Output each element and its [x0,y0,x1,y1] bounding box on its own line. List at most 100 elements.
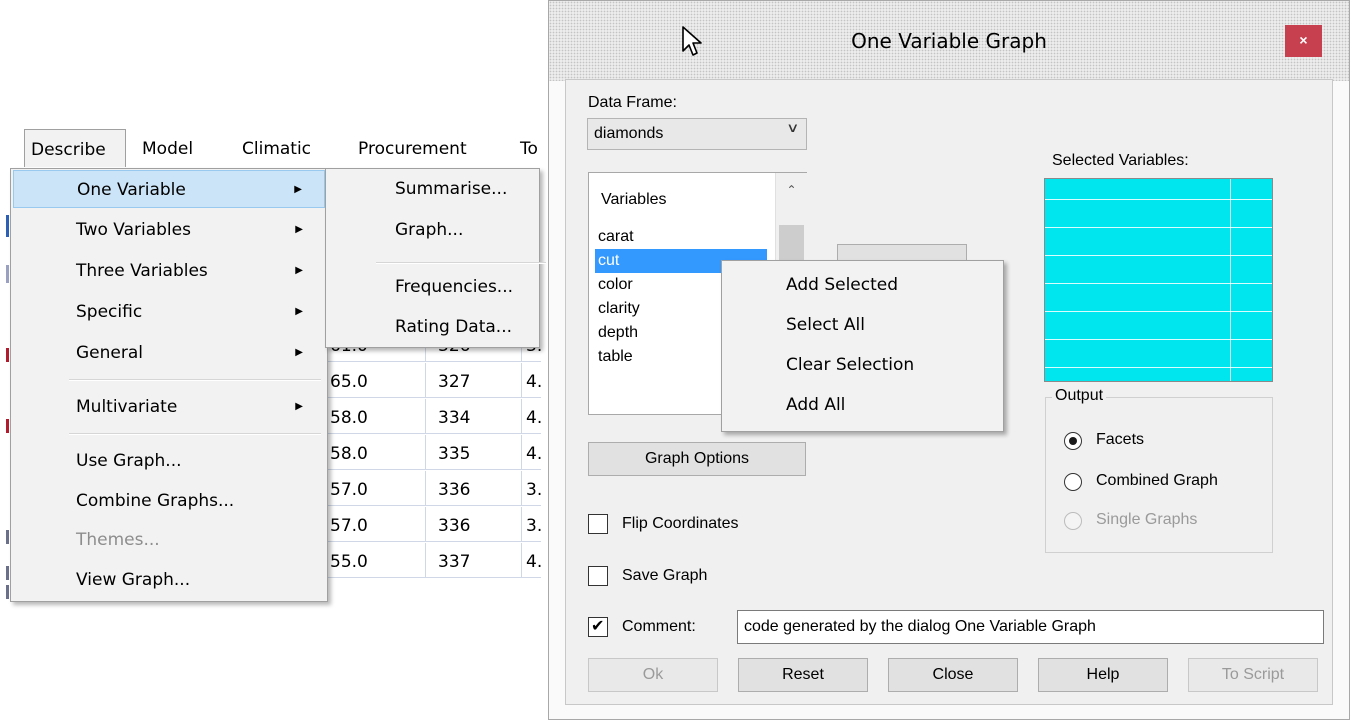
to-script-button: To Script [1188,658,1318,692]
table-row[interactable]: 58.0 334 4. [326,399,542,434]
variables-header: Variables [601,191,667,208]
table-row[interactable]: 55.0 337 4. [326,543,542,578]
context-item-add-all[interactable]: Add All [724,385,1001,425]
grid-cell[interactable]: 57.0 [326,507,426,542]
help-button[interactable]: Help [1038,658,1168,692]
menu-item-label: One Variable [77,180,186,200]
context-item-add-selected[interactable]: Add Selected [724,265,1001,305]
grid-cell[interactable]: 337 [426,543,522,578]
row-marker [6,348,9,362]
one-variable-submenu: Summarise... Graph... Frequencies... Rat… [325,168,546,348]
menu-bar: Describe Model Climatic Procurement To [10,129,540,169]
menu-item-specific[interactable]: Specific ▶ [13,293,325,331]
menu-item-three-variables[interactable]: Three Variables ▶ [13,252,325,290]
menu-item-themes: Themes... [76,530,160,550]
one-variable-graph-dialog: One Variable Graph × Data Frame: diamond… [548,0,1350,720]
comment-label: Comment: [622,618,696,635]
grid-cell[interactable]: 336 [426,471,522,506]
comment-checkbox[interactable] [588,616,608,637]
menu-item-label: Three Variables [76,261,208,281]
grid-cell[interactable]: 4. [522,363,542,398]
menu-item-two-variables[interactable]: Two Variables ▶ [13,211,325,249]
reset-button[interactable]: Reset [738,658,868,692]
selected-variables-list[interactable] [1044,178,1273,382]
grid-line [1045,367,1272,368]
grid-cell[interactable]: 57.0 [326,471,426,506]
grid-cell[interactable]: 4. [522,435,542,470]
grid-cell[interactable]: 55.0 [326,543,426,578]
grid-line [1230,179,1231,381]
row-marker [6,419,9,433]
grid-cell[interactable]: 4. [522,399,542,434]
grid-line [1045,283,1272,284]
menu-item-label: Specific [76,302,143,322]
graph-options-button[interactable]: Graph Options [588,442,806,476]
single-graphs-radio [1064,512,1082,530]
menu-separator [69,379,321,381]
table-row[interactable]: 58.0 335 4. [326,435,542,470]
grid-cell[interactable]: 336 [426,507,522,542]
grid-cell[interactable]: 58.0 [326,399,426,434]
grid-cell[interactable]: 335 [426,435,522,470]
flip-coordinates-label: Flip Coordinates [622,515,739,532]
grid-cell[interactable]: 58.0 [326,435,426,470]
menu-item-frequencies[interactable]: Frequencies... [328,268,540,306]
menu-item-use-graph[interactable]: Use Graph... [13,442,325,480]
context-item-clear-selection[interactable]: Clear Selection [724,345,1001,385]
row-marker [6,215,9,237]
menu-tools[interactable]: To [514,129,544,167]
menu-item-summarise[interactable]: Summarise... [328,170,540,208]
describe-menu: One Variable ▶ Two Variables ▶ Three Var… [10,168,328,602]
submenu-arrow-icon: ▶ [294,184,302,195]
mouse-cursor-icon [682,26,702,56]
combined-graph-label: Combined Graph [1096,472,1218,489]
flip-coordinates-checkbox[interactable] [588,514,608,534]
menu-item-rating-data[interactable]: Rating Data... [328,308,540,346]
chevron-down-icon: ∨ [786,121,800,136]
variables-context-menu: Add Selected Select All Clear Selection … [721,260,1004,432]
submenu-arrow-icon: ▶ [295,347,303,358]
selected-variables-label: Selected Variables: [1052,152,1189,169]
menu-item-multivariate[interactable]: Multivariate ▶ [13,388,325,426]
close-window-button[interactable]: × [1285,25,1322,57]
menu-item-graph[interactable]: Graph... [328,211,540,249]
submenu-arrow-icon: ▶ [295,224,303,235]
menu-model[interactable]: Model [136,129,199,167]
table-row[interactable]: 57.0 336 3. [326,471,542,506]
table-row[interactable]: 57.0 336 3. [326,507,542,542]
facets-label: Facets [1096,431,1145,448]
list-item[interactable]: carat [595,225,767,249]
grid-cell[interactable]: 65.0 [326,363,426,398]
facets-radio[interactable] [1064,432,1082,450]
menu-climatic[interactable]: Climatic [236,129,317,167]
grid-cell[interactable]: 4. [522,543,542,578]
data-grid: 61.0 326 3. 65.0 327 4. 58.0 334 4. 58.0… [326,327,542,605]
single-graphs-label: Single Graphs [1096,511,1198,528]
row-marker [6,530,9,544]
context-item-select-all[interactable]: Select All [724,305,1001,345]
submenu-arrow-icon: ▶ [295,306,303,317]
grid-cell[interactable]: 3. [522,471,542,506]
grid-line [1045,311,1272,312]
comment-input[interactable]: code generated by the dialog One Variabl… [737,610,1324,644]
table-row[interactable]: 65.0 327 4. [326,363,542,398]
close-button[interactable]: Close [888,658,1018,692]
menu-item-general[interactable]: General ▶ [13,334,325,372]
menu-item-combine-graphs[interactable]: Combine Graphs... [13,482,325,520]
output-label: Output [1052,387,1107,405]
grid-cell[interactable]: 3. [522,507,542,542]
menu-describe[interactable]: Describe [24,129,126,167]
grid-line [1045,199,1272,200]
menu-item-label: Two Variables [76,220,191,240]
output-group: Output Facets Combined Graph Single Grap… [1045,387,1273,553]
data-frame-dropdown[interactable]: diamonds ∨ [587,118,807,150]
menu-item-one-variable[interactable]: One Variable ▶ [13,170,325,208]
scroll-up-icon[interactable]: ⌃ [776,173,807,207]
row-marker [6,585,9,599]
menu-item-view-graph[interactable]: View Graph... [13,561,325,599]
save-graph-checkbox[interactable] [588,566,608,586]
menu-procurement[interactable]: Procurement [352,129,473,167]
grid-cell[interactable]: 327 [426,363,522,398]
grid-cell[interactable]: 334 [426,399,522,434]
combined-graph-radio[interactable] [1064,473,1082,491]
